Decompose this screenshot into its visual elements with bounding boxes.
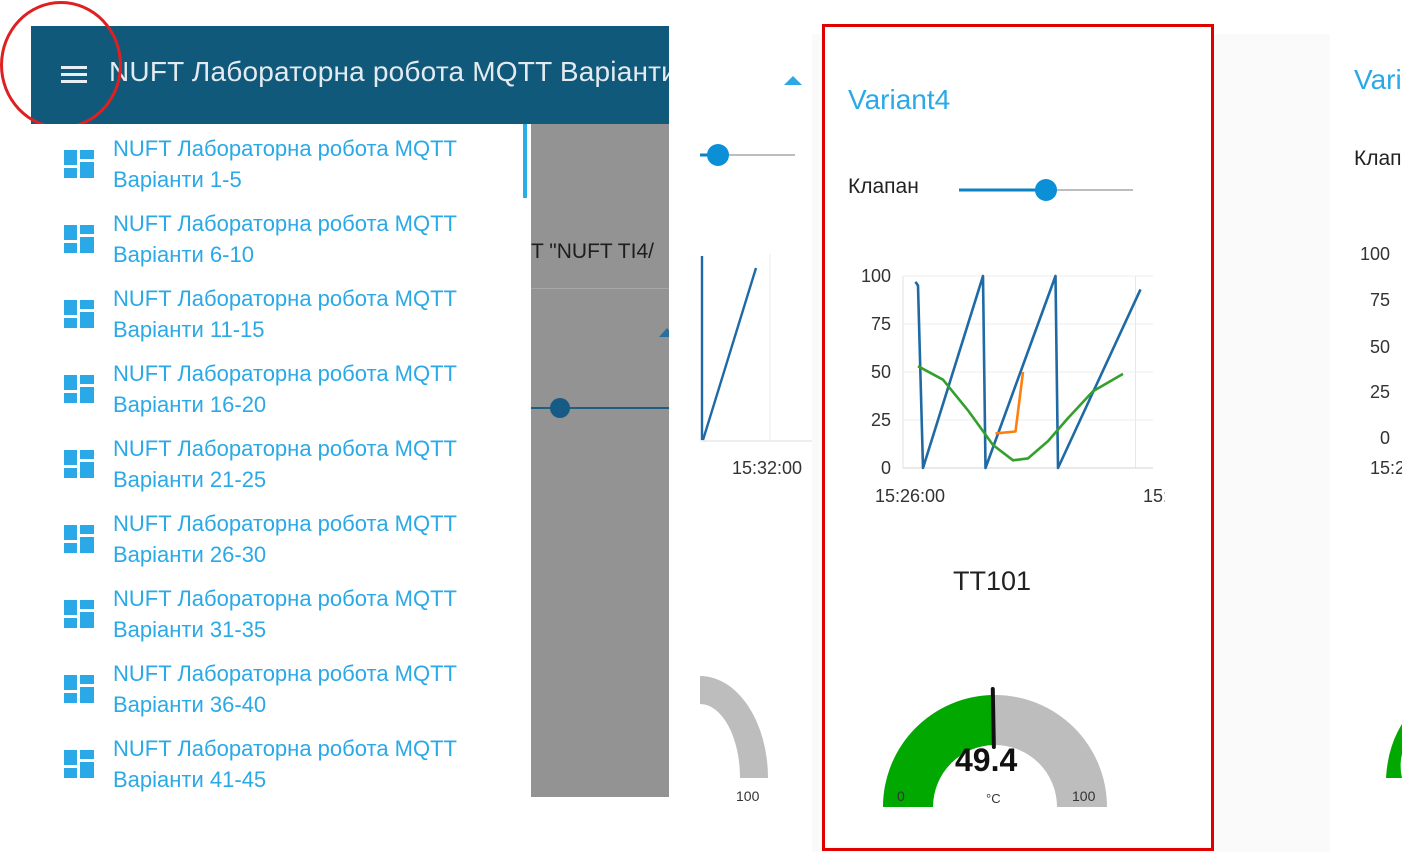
dashboard-icon — [64, 525, 94, 553]
collapse-caret-icon[interactable] — [784, 76, 802, 85]
gauge-needle — [990, 687, 996, 750]
nav-item[interactable]: NUFT Лабораторна робота MQTT Варіанти 41-… — [31, 724, 523, 799]
card-variant4: Variant4 Клапан 100 75 50 25 0 15:26:00 15:32:… — [825, 28, 1213, 846]
overlay-group-title: T "NUFT TI4/ — [531, 240, 654, 263]
nav-item-line1: NUFT Лабораторна робота MQTT — [113, 586, 457, 611]
gauge-left — [700, 676, 768, 778]
gauge-min-label: 0 — [897, 788, 905, 804]
card-title: Variant4 — [848, 84, 951, 115]
chart-y-tick: 100 — [861, 266, 891, 286]
collapse-caret-icon — [659, 328, 669, 337]
nav-item-line2: Варіанти 41-45 — [113, 767, 267, 792]
nav-item-line2: Варіанти 26-30 — [113, 542, 267, 567]
nav-item-line2: Варіанти 6-10 — [113, 242, 254, 267]
dashboard-area: 15:32:00 100 Variant4 Клапан 100 75 50 25 0 1… — [700, 28, 1402, 852]
nav-item-label: NUFT Лабораторна робота MQTT Варіанти 36-… — [113, 658, 513, 720]
card-title: Vari — [1354, 64, 1402, 95]
nav-item-line1: NUFT Лабораторна робота MQTT — [113, 136, 457, 161]
overlay-slider-knob — [550, 398, 570, 418]
temperature-chart: 100 75 50 25 0 15:26:00 15:32:00 — [861, 266, 1165, 506]
nav-drawer: NUFT Лабораторна робота MQTT Варіанти 1-5… — [31, 124, 531, 800]
nav-item[interactable]: NUFT Лабораторна робота MQTT Варіанти 21-… — [31, 424, 523, 499]
dashboard-icon — [64, 750, 94, 778]
gauge-value: 49.4 — [955, 742, 1018, 778]
nav-item-label: NUFT Лабораторна робота MQTT Варіанти 21-… — [113, 433, 513, 495]
nav-item-line2: Варіанти 31-35 — [113, 617, 267, 642]
dashboard-icon — [64, 375, 94, 403]
dashboard-icon — [64, 600, 94, 628]
dashboard-icon — [64, 225, 94, 253]
nav-item[interactable]: NUFT Лабораторна робота MQTT Варіанти 1-5 — [31, 124, 523, 199]
nav-item[interactable]: NUFT Лабораторна робота MQTT Варіанти 11-… — [31, 274, 523, 349]
chart-y-tick: 75 — [871, 314, 891, 334]
chart-y-tick: 50 — [871, 362, 891, 382]
dashboard-icon — [64, 450, 94, 478]
nav-item-line2: Варіанти 21-25 — [113, 467, 267, 492]
chart-left — [700, 254, 812, 442]
nav-item-line1: NUFT Лабораторна робота MQTT — [113, 511, 457, 536]
gauge-title: TT101 — [953, 566, 1032, 596]
chart-series-line — [917, 365, 1124, 462]
nav-item-label: NUFT Лабораторна робота MQTT Варіанти 41-… — [113, 733, 513, 795]
chart-y-tick: 50 — [1370, 337, 1391, 357]
gauge-max-label: 100 — [1072, 788, 1096, 804]
drawer-overlay[interactable]: T "NUFT TI4/ — [531, 124, 669, 797]
nav-item-line1: NUFT Лабораторна робота MQTT — [113, 661, 457, 686]
chart-y-tick: 0 — [881, 458, 891, 478]
nav-item-line2: Варіанти 36-40 — [113, 692, 267, 717]
nav-item-line2: Варіанти 11-15 — [113, 317, 265, 342]
nav-item[interactable]: NUFT Лабораторна робота MQTT Варіанти 16-… — [31, 349, 523, 424]
nav-item-line2: Варіанти 16-20 — [113, 392, 267, 417]
nav-item[interactable]: NUFT Лабораторна робота MQTT Варіанти 6-1… — [31, 199, 523, 274]
chart-x-tick: 15:26:00 — [875, 486, 945, 506]
nav-item-label: NUFT Лабораторна робота MQTT Варіанти 1-5 — [113, 133, 513, 195]
overlay-divider — [531, 288, 669, 289]
nav-item-label: NUFT Лабораторна робота MQTT Варіанти 16-… — [113, 358, 513, 420]
nav-item-line1: NUFT Лабораторна робота MQTT — [113, 286, 457, 311]
chart-y-tick: 100 — [1360, 244, 1391, 264]
card-variant5: Vari Клап 100 75 50 25 0 15:2 — [1330, 34, 1402, 852]
gauge-unit: °C — [986, 791, 1001, 806]
nav-item-label: NUFT Лабораторна робота MQTT Варіанти 11-… — [113, 283, 513, 345]
card-variant3: 15:32:00 100 — [700, 34, 812, 852]
nav-item-line1: NUFT Лабораторна робота MQTT — [113, 211, 457, 236]
nav-item-line1: NUFT Лабораторна робота MQTT — [113, 436, 457, 461]
chart-y-tick: 75 — [1370, 290, 1391, 310]
nav-item-label: NUFT Лабораторна робота MQTT Варіанти 26-… — [113, 508, 513, 570]
chart-x-tick: 15:32:00 — [1143, 486, 1165, 506]
dashboard-icon — [64, 150, 94, 178]
dashboard-icon — [64, 675, 94, 703]
highlight-circle — [0, 1, 122, 129]
gauge-right — [1386, 724, 1402, 778]
active-item-indicator — [523, 124, 527, 198]
nav-item[interactable]: NUFT Лабораторна робота MQTT Варіанти 26-… — [31, 499, 523, 574]
slider-thumb — [707, 144, 729, 166]
app-header: NUFT Лабораторна робота MQTT Варіанти 1-… — [31, 26, 669, 124]
header-title: NUFT Лабораторна робота MQTT Варіанти 1-… — [109, 56, 669, 87]
nav-item-line1: NUFT Лабораторна робота MQTT — [113, 736, 457, 761]
nav-item[interactable]: NUFT Лабораторна робота MQTT Варіанти 31-… — [31, 574, 523, 649]
dashboard-icon — [64, 300, 94, 328]
chart-x-tick: 15:32:00 — [732, 458, 803, 478]
nav-item-label: NUFT Лабораторна робота MQTT Варіанти 31-… — [113, 583, 513, 645]
slider-thumb — [1035, 179, 1057, 201]
nav-item-label: NUFT Лабораторна робота MQTT Варіанти 6-1… — [113, 208, 513, 270]
nav-item[interactable]: NUFT Лабораторна робота MQTT Варіанти 36-… — [31, 649, 523, 724]
left-panel: NUFT Лабораторна робота MQTT Варіанти 1-… — [0, 0, 670, 852]
chart-y-tick: 0 — [1380, 428, 1391, 448]
valve-slider[interactable] — [955, 170, 1145, 210]
chart-y-tick: 25 — [1370, 382, 1391, 402]
chart-x-tick: 15:2 — [1370, 458, 1402, 478]
nav-item-line2: Варіанти 1-5 — [113, 167, 242, 192]
chart-y-tick: 25 — [871, 410, 891, 430]
nav-item-line1: NUFT Лабораторна робота MQTT — [113, 361, 457, 386]
slider-label: Клапан — [848, 175, 919, 198]
slider-label: Клап — [1354, 147, 1402, 170]
gauge-max-label: 100 — [736, 788, 760, 804]
valve-slider[interactable] — [700, 135, 812, 175]
